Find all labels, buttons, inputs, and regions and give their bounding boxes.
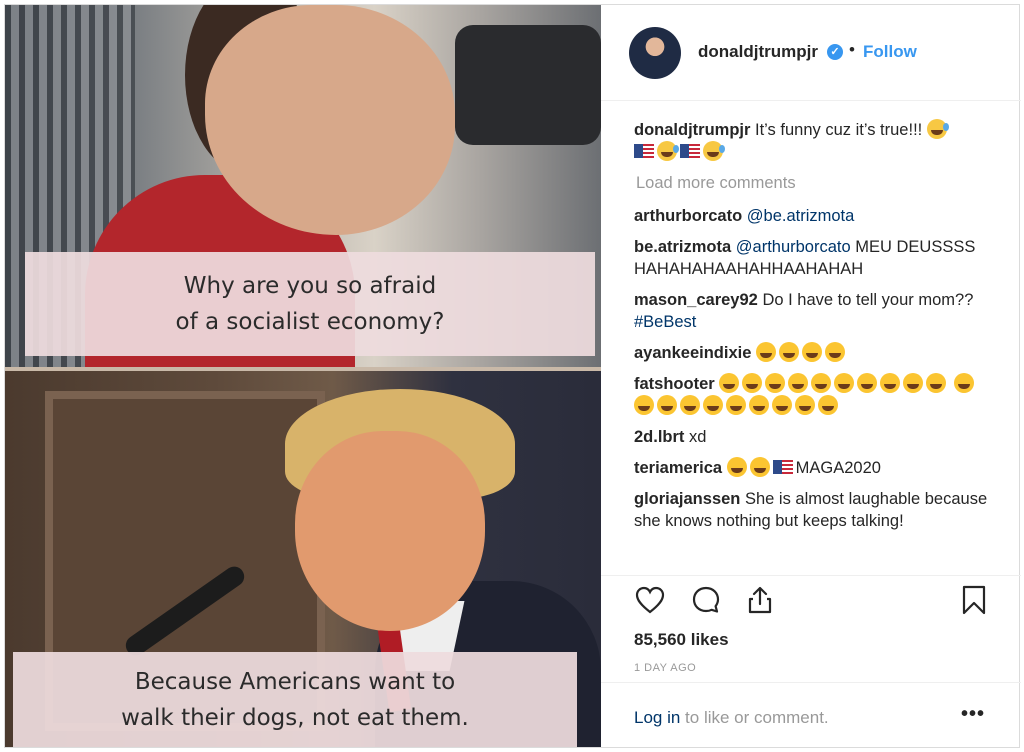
joy-emoji-icon bbox=[772, 395, 792, 415]
joy-emoji-icon bbox=[788, 373, 809, 393]
camera-figure bbox=[455, 25, 601, 145]
comment-username[interactable]: ayankeeindixie bbox=[634, 344, 751, 362]
more-options-button[interactable]: ••• bbox=[961, 703, 985, 726]
comment-item: mason_carey92 Do I have to tell your mom… bbox=[634, 289, 989, 333]
comment-item: be.atrizmota @arthurborcato MEU DEUSSSS … bbox=[634, 236, 989, 280]
joy-emoji-icon bbox=[657, 395, 677, 415]
comment-username[interactable]: 2d.lbrt bbox=[634, 428, 684, 446]
comment-mention[interactable]: @arthurborcato bbox=[736, 238, 851, 256]
comment-item: ayankeeindixie bbox=[634, 342, 989, 364]
follow-button[interactable]: Follow bbox=[863, 42, 917, 62]
us-flag-icon bbox=[634, 144, 654, 158]
comment-mention[interactable]: @be.atrizmota bbox=[747, 207, 855, 225]
comment-item: fatshooter bbox=[634, 373, 989, 417]
verified-badge-icon: ✓ bbox=[827, 44, 843, 60]
joy-emoji-icon bbox=[825, 342, 845, 362]
joy-emoji-icon bbox=[726, 395, 746, 415]
joy-emoji-icon bbox=[726, 457, 747, 477]
comment-username[interactable]: arthurborcato bbox=[634, 207, 742, 225]
comment-hashtag[interactable]: #BeBest bbox=[634, 313, 696, 331]
share-icon[interactable] bbox=[744, 584, 776, 616]
comment-username[interactable]: mason_carey92 bbox=[634, 291, 758, 309]
rofl-emoji-icon bbox=[703, 141, 725, 161]
joy-emoji-icon bbox=[953, 373, 974, 393]
rofl-emoji-icon bbox=[926, 119, 949, 139]
post-header: donaldjtrumpjr ✓ • Follow bbox=[601, 5, 1021, 101]
speaker-face-2 bbox=[295, 431, 485, 631]
joy-emoji-icon bbox=[765, 373, 786, 393]
comment-username[interactable]: fatshooter bbox=[634, 375, 715, 393]
comment-text: Do I have to tell your mom?? bbox=[762, 291, 974, 309]
joy-emoji-icon bbox=[818, 395, 838, 415]
post-sidebar: donaldjtrumpjr ✓ • Follow donaldjtrumpjr… bbox=[601, 5, 1021, 747]
comment-text: xd bbox=[689, 428, 707, 446]
caption-username[interactable]: donaldjtrumpjr bbox=[634, 121, 750, 139]
joy-emoji-icon bbox=[742, 373, 763, 393]
joy-emoji-icon bbox=[680, 395, 700, 415]
post-timestamp: 1 DAY AGO bbox=[634, 662, 697, 674]
joy-emoji-icon bbox=[811, 373, 832, 393]
joy-emoji-icon bbox=[779, 342, 799, 362]
joy-emoji-icon bbox=[749, 395, 769, 415]
post-footer: Log in to like or comment. ••• bbox=[601, 682, 1021, 747]
joy-emoji-icon bbox=[802, 342, 822, 362]
comment-item: arthurborcato @be.atrizmota bbox=[634, 205, 989, 227]
joy-emoji-icon bbox=[756, 342, 776, 362]
joy-emoji-icon bbox=[795, 395, 815, 415]
comment-username[interactable]: gloriajanssen bbox=[634, 490, 740, 508]
joy-emoji-icon bbox=[857, 373, 878, 393]
us-flag-icon bbox=[680, 144, 700, 158]
likes-count[interactable]: 85,560 likes bbox=[634, 630, 729, 650]
caption-text: It’s funny cuz it’s true!!! bbox=[755, 121, 923, 139]
avatar[interactable] bbox=[629, 27, 681, 79]
joy-emoji-icon bbox=[634, 395, 654, 415]
meme-caption-top: Why are you so afraid of a socialist eco… bbox=[25, 252, 595, 356]
comment-item: teriamerica MAGA2020 bbox=[634, 457, 989, 479]
joy-emoji-icon bbox=[903, 373, 924, 393]
login-prompt-text: to like or comment. bbox=[680, 708, 829, 727]
joy-emoji-icon bbox=[719, 373, 740, 393]
comment-item: gloriajanssen She is almost laughable be… bbox=[634, 488, 989, 532]
comments-list[interactable]: donaldjtrumpjr It’s funny cuz it’s true!… bbox=[634, 119, 989, 569]
login-prompt: Log in to like or comment. bbox=[634, 708, 829, 728]
meme-caption-bottom: Because Americans want to walk their dog… bbox=[13, 652, 577, 747]
joy-emoji-icon bbox=[926, 373, 947, 393]
rofl-emoji-icon bbox=[657, 141, 679, 161]
comment-item: 2d.lbrt xd bbox=[634, 426, 989, 448]
meme-caption-bottom-text: Because Americans want to walk their dog… bbox=[121, 668, 469, 731]
heart-icon[interactable] bbox=[634, 584, 666, 616]
header-username[interactable]: donaldjtrumpjr bbox=[698, 42, 818, 62]
joy-emoji-icon bbox=[880, 373, 901, 393]
joy-emoji-icon bbox=[749, 457, 770, 477]
login-link[interactable]: Log in bbox=[634, 708, 680, 727]
bookmark-icon[interactable] bbox=[958, 584, 990, 616]
post-caption: donaldjtrumpjr It’s funny cuz it’s true!… bbox=[634, 119, 989, 163]
comment-text: MAGA2020 bbox=[795, 459, 881, 477]
post-image[interactable]: Why are you so afraid of a socialist eco… bbox=[5, 5, 601, 747]
header-separator: • bbox=[849, 40, 855, 59]
comment-username[interactable]: teriamerica bbox=[634, 459, 722, 477]
meme-caption-top-text: Why are you so afraid of a socialist eco… bbox=[175, 273, 445, 335]
comment-username[interactable]: be.atrizmota bbox=[634, 238, 731, 256]
instagram-post: Why are you so afraid of a socialist eco… bbox=[4, 4, 1021, 748]
joy-emoji-icon bbox=[703, 395, 723, 415]
load-more-comments-button[interactable]: Load more comments bbox=[636, 172, 989, 194]
comment-icon[interactable] bbox=[690, 584, 722, 616]
joy-emoji-icon bbox=[834, 373, 855, 393]
us-flag-icon bbox=[772, 460, 793, 474]
